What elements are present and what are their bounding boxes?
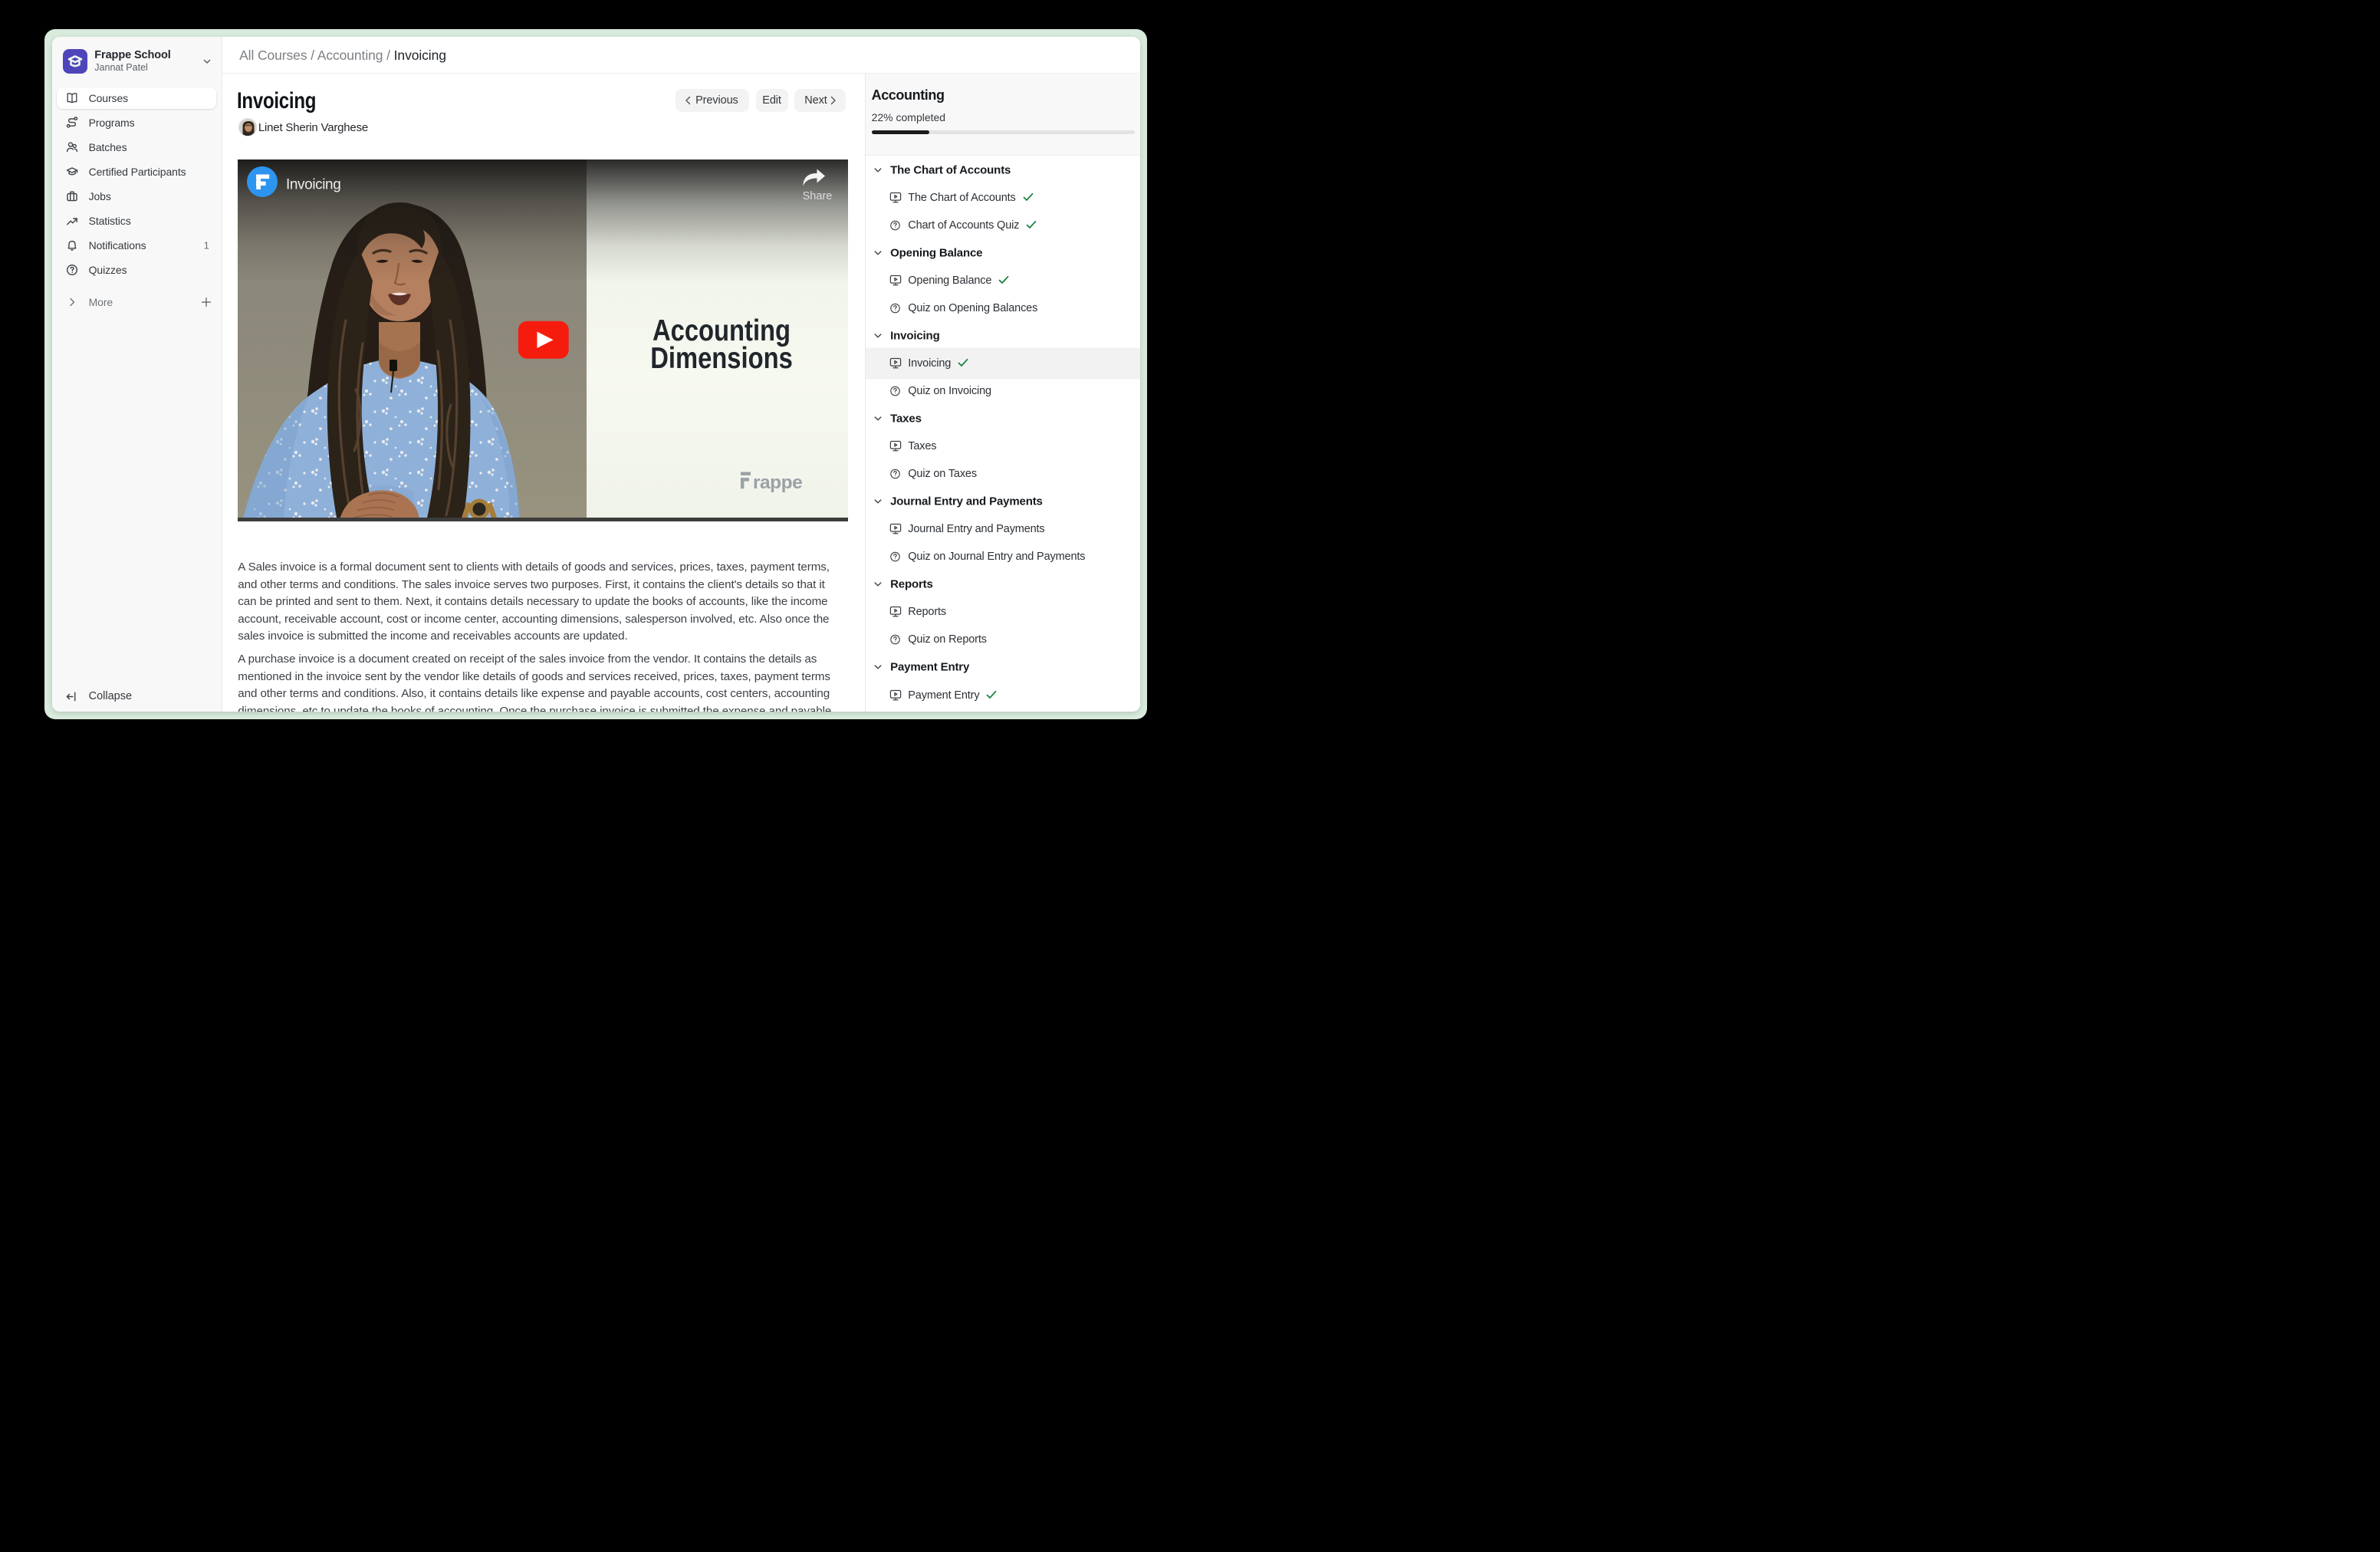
svg-text:Share: Share bbox=[803, 190, 833, 202]
svg-text:rappe: rappe bbox=[753, 472, 802, 493]
svg-text:Invoicing: Invoicing bbox=[286, 176, 340, 192]
svg-text:Dimensions: Dimensions bbox=[650, 340, 793, 374]
